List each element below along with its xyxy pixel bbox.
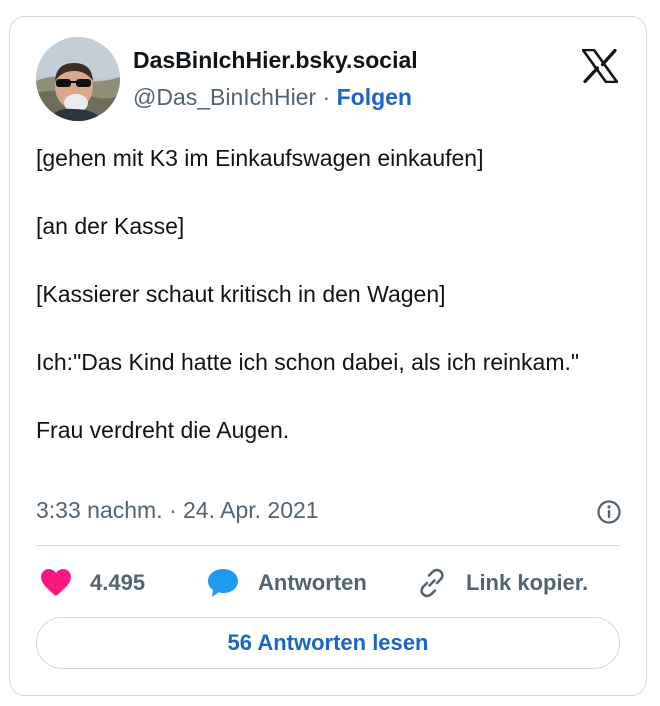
- like-button[interactable]: 4.495: [40, 563, 145, 603]
- reply-label: Antworten: [258, 570, 367, 595]
- author-handle-row: @Das_BinIchHier · Folgen: [133, 84, 412, 111]
- divider: [36, 545, 620, 546]
- tweet-paragraph: Frau verdreht die Augen.: [36, 417, 290, 443]
- timestamp-row: 3:33 nachm. · 24. Apr. 2021: [36, 497, 622, 529]
- speech-bubble-icon: [208, 569, 238, 597]
- tweet-timestamp[interactable]: 3:33 nachm. · 24. Apr. 2021: [36, 497, 319, 524]
- avatar[interactable]: [36, 37, 120, 121]
- x-logo-icon[interactable]: [581, 48, 619, 84]
- action-bar: 4.495 Antworten Link kopier.: [36, 563, 626, 603]
- tweet-card: DasBinIchHier.bsky.social @Das_BinIchHie…: [9, 16, 647, 696]
- info-icon[interactable]: [596, 499, 622, 525]
- like-count: 4.495: [90, 570, 146, 595]
- author-name[interactable]: DasBinIchHier.bsky.social: [133, 47, 418, 74]
- avatar-image: [36, 37, 120, 121]
- link-icon: [420, 568, 444, 598]
- heart-icon: [41, 569, 71, 596]
- read-replies-button[interactable]: 56 Antworten lesen: [36, 617, 620, 669]
- author-handle[interactable]: @Das_BinIchHier: [133, 84, 316, 110]
- tweet-header: DasBinIchHier.bsky.social @Das_BinIchHie…: [36, 37, 620, 127]
- copy-link-button[interactable]: Link kopier.: [416, 563, 588, 603]
- tweet-paragraph: Ich:"Das Kind hatte ich schon dabei, als…: [36, 349, 580, 375]
- reply-button[interactable]: Antworten: [206, 563, 367, 603]
- copy-link-label: Link kopier.: [466, 570, 589, 595]
- tweet-text: [gehen mit K3 im Einkaufswagen einkaufen…: [36, 141, 616, 447]
- follow-link[interactable]: Folgen: [337, 84, 412, 110]
- handle-separator: ·: [322, 84, 331, 110]
- tweet-paragraph: [gehen mit K3 im Einkaufswagen einkaufen…: [36, 145, 484, 171]
- tweet-paragraph: [an der Kasse]: [36, 213, 185, 239]
- tweet-paragraph: [Kassierer schaut kritisch in den Wagen]: [36, 281, 446, 307]
